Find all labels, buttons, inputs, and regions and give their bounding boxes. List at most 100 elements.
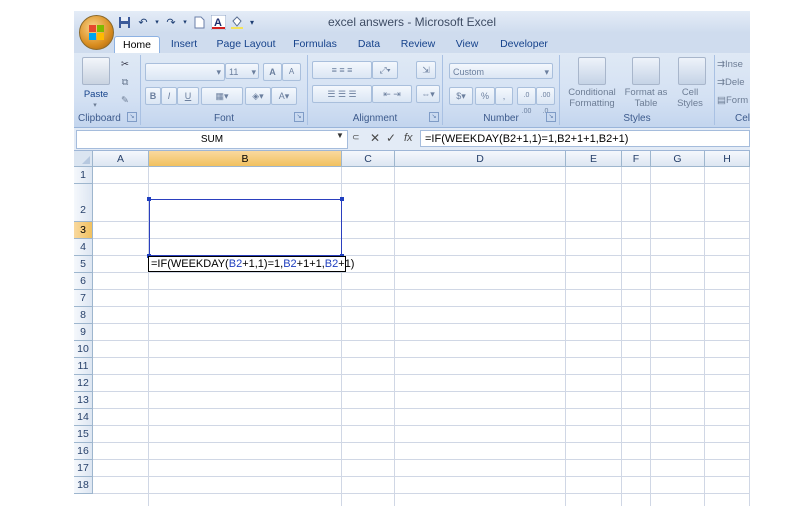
tab-developer[interactable]: Developer xyxy=(496,36,552,53)
tab-data[interactable]: Data xyxy=(352,36,386,53)
format-as-table-icon[interactable] xyxy=(632,57,660,85)
underline-button[interactable]: U xyxy=(177,87,199,105)
cell-styles-button[interactable]: Cell Styles xyxy=(670,87,710,109)
percent-button[interactable]: % xyxy=(475,87,495,105)
format-painter-icon[interactable]: ✎ xyxy=(118,95,132,106)
paste-icon[interactable] xyxy=(82,57,110,85)
tab-review[interactable]: Review xyxy=(396,36,440,53)
tab-home[interactable]: Home xyxy=(114,36,160,54)
fill-color-button[interactable]: ◈▾ xyxy=(245,87,271,105)
cancel-icon[interactable]: ✕ xyxy=(370,131,380,145)
format-cells-button[interactable]: ▤Form xyxy=(717,95,748,106)
clipboard-launcher-icon[interactable]: ↘ xyxy=(127,112,137,122)
row-header-1[interactable]: 1 xyxy=(74,167,93,184)
column-header-e[interactable]: E xyxy=(566,151,622,167)
formula-text: +1+1, xyxy=(296,258,325,270)
column-header-d[interactable]: D xyxy=(395,151,566,167)
chevron-down-icon[interactable]: ▼ xyxy=(336,131,344,140)
bold-button[interactable]: B xyxy=(145,87,161,105)
font-name-select[interactable]: ▾ xyxy=(145,63,225,81)
wrap-text-icon: ⇲ xyxy=(422,65,430,75)
vertical-align-buttons[interactable]: ≡ ≡ ≡ xyxy=(312,61,372,79)
formula-bar-expand-icon[interactable]: ⊂ xyxy=(352,132,360,143)
borders-button[interactable]: ▦▾ xyxy=(201,87,243,105)
alignment-launcher-icon[interactable]: ↘ xyxy=(429,112,439,122)
row-header-11[interactable]: 11 xyxy=(74,358,93,375)
comma-button[interactable]: , xyxy=(495,87,513,105)
number-format-select[interactable]: Custom ▾ xyxy=(449,63,553,79)
column-header-h[interactable]: H xyxy=(705,151,750,167)
formula-bar: SUM ▼ ⊂ ✕ ✓ fx =IF(WEEKDAY(B2+1,1)=1,B2+… xyxy=(74,128,750,151)
row-header-7[interactable]: 7 xyxy=(74,290,93,307)
row-header-10[interactable]: 10 xyxy=(74,341,93,358)
conditional-formatting-button[interactable]: Conditional Formatting xyxy=(562,87,622,109)
conditional-formatting-icon[interactable] xyxy=(578,57,606,85)
currency-button[interactable]: $▾ xyxy=(449,87,473,105)
align-left-icon: ☰ ☰ ☰ xyxy=(327,89,357,99)
italic-button[interactable]: I xyxy=(161,87,177,105)
name-box[interactable]: SUM xyxy=(76,130,348,149)
row-header-9[interactable]: 9 xyxy=(74,324,93,341)
row-header-4[interactable]: 4 xyxy=(74,239,93,256)
active-cell-editor[interactable]: =IF(WEEKDAY(B2+1,1)=1,B2+1+1,B2+1) xyxy=(148,256,354,272)
select-all-button[interactable] xyxy=(74,151,93,167)
indent-icon: ⇤ ⇥ xyxy=(383,89,401,99)
decrease-decimal-button[interactable]: .00 .0 xyxy=(536,87,555,115)
resize-handle[interactable] xyxy=(340,197,344,201)
cell-styles-icon[interactable] xyxy=(678,57,706,85)
row-header-13[interactable]: 13 xyxy=(74,392,93,409)
font-size-select[interactable]: 11 ▾ xyxy=(225,63,259,79)
insert-cells-button[interactable]: ⇉Inse xyxy=(717,59,743,70)
row-gridline xyxy=(93,442,750,443)
wrap-text-button[interactable]: ⇲ xyxy=(416,61,436,79)
orientation-button[interactable]: ⤢▾ xyxy=(372,61,398,79)
indent-buttons[interactable]: ⇤ ⇥ xyxy=(372,85,412,103)
column-gridline xyxy=(565,167,566,506)
column-header-a[interactable]: A xyxy=(93,151,149,167)
row-header-6[interactable]: 6 xyxy=(74,273,93,290)
column-header-c[interactable]: C xyxy=(342,151,395,167)
resize-handle[interactable] xyxy=(147,197,151,201)
chevron-down-icon: ▾ xyxy=(544,67,549,77)
column-gridline xyxy=(394,167,395,506)
horizontal-align-buttons[interactable]: ☰ ☰ ☰ xyxy=(312,85,372,103)
row-header-15[interactable]: 15 xyxy=(74,426,93,443)
column-header-b[interactable]: B xyxy=(149,151,342,167)
enter-icon[interactable]: ✓ xyxy=(386,131,396,145)
row-header-3[interactable]: 3 xyxy=(74,222,93,239)
font-launcher-icon[interactable]: ↘ xyxy=(294,112,304,122)
insert-function-icon[interactable]: fx xyxy=(404,132,413,144)
shrink-font-button[interactable]: A xyxy=(282,63,301,81)
row-header-18[interactable]: 18 xyxy=(74,477,93,494)
merge-center-button[interactable]: ⇔▾ xyxy=(416,85,440,103)
row-header-2[interactable]: 2 xyxy=(74,184,93,222)
format-as-table-button[interactable]: Format as Table xyxy=(624,87,668,109)
number-launcher-icon[interactable]: ↘ xyxy=(546,112,556,122)
formula-input[interactable]: =IF(WEEKDAY(B2+1,1)=1,B2+1+1,B2+1) xyxy=(420,130,750,147)
row-header-14[interactable]: 14 xyxy=(74,409,93,426)
increase-decimal-button[interactable]: .0 .00 xyxy=(517,87,536,115)
tab-insert[interactable]: Insert xyxy=(164,36,204,53)
row-header-5[interactable]: 5 xyxy=(74,256,93,273)
tab-page-layout[interactable]: Page Layout xyxy=(214,36,278,53)
column-header-f[interactable]: F xyxy=(622,151,651,167)
chevron-down-icon: ▾ xyxy=(251,67,256,77)
paste-button[interactable]: Paste xyxy=(78,89,114,100)
office-button[interactable] xyxy=(79,15,114,50)
row-header-8[interactable]: 8 xyxy=(74,307,93,324)
cell-reference: B2 xyxy=(228,258,243,270)
column-gridline xyxy=(650,167,651,506)
tab-formulas[interactable]: Formulas xyxy=(290,36,340,53)
paste-dropdown-icon[interactable]: ▾ xyxy=(90,100,100,111)
tab-view[interactable]: View xyxy=(450,36,484,53)
grow-font-button[interactable]: A xyxy=(263,63,282,81)
column-header-g[interactable]: G xyxy=(651,151,705,167)
font-color-button[interactable]: A▾ xyxy=(271,87,297,105)
row-header-17[interactable]: 17 xyxy=(74,460,93,477)
row-header-16[interactable]: 16 xyxy=(74,443,93,460)
row-header-12[interactable]: 12 xyxy=(74,375,93,392)
delete-cells-button[interactable]: ⇉Dele xyxy=(717,77,745,88)
row-gridline xyxy=(93,374,750,375)
cut-icon[interactable]: ✂ xyxy=(118,59,132,70)
copy-icon[interactable]: ⧉ xyxy=(118,77,132,88)
